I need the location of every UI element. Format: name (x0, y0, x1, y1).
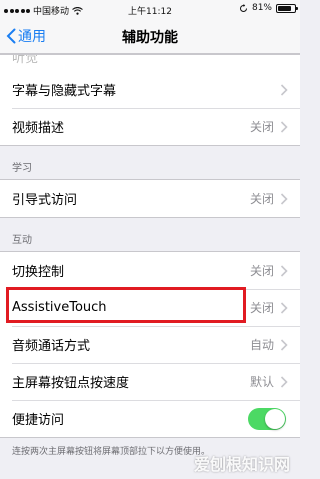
battery-fill (278, 5, 291, 11)
row-label: 音频通话方式 (12, 339, 91, 354)
toggle-knob (265, 408, 285, 429)
row-value: 关闭 (249, 264, 274, 278)
watermark: 爱刨根知识网 (193, 455, 290, 474)
row-label: AssistiveTouch (12, 300, 107, 315)
row-value: 自动 (249, 338, 274, 352)
row-label: 主屏幕按钮点按速度 (12, 376, 130, 391)
nav-bar: 通用 辅助功能 (0, 20, 300, 54)
chevron-right-icon (280, 264, 288, 277)
settings-content: 听觉 字幕与隐藏式字幕 视频描述 关闭 学习 引导式访问 关闭 互动 切换控制 … (0, 54, 300, 457)
status-bar: 中国移动 上午11:12 81% (0, 0, 300, 20)
row-video-description[interactable]: 视频描述 关闭 (0, 108, 300, 145)
faded-label: 听觉 (12, 55, 39, 66)
row-value: 关闭 (249, 301, 274, 315)
row-reachability: 便捷访问 (0, 400, 300, 437)
row-label: 切换控制 (12, 265, 65, 280)
row-call-audio-routing[interactable]: 音频通话方式 自动 (0, 326, 300, 363)
page-title: 辅助功能 (122, 30, 178, 46)
row-label: 便捷访问 (12, 413, 65, 428)
row-value: 默认 (249, 375, 274, 389)
reachability-toggle[interactable] (248, 407, 286, 430)
section-header-learning: 学习 (12, 163, 32, 174)
status-right: 81% (239, 3, 298, 13)
chevron-right-icon (280, 301, 288, 314)
group-interaction: 切换控制 关闭 AssistiveTouch 关闭 音频通话方式 自动 主屏幕按… (0, 251, 300, 438)
group-learning: 引导式访问 关闭 (0, 179, 300, 218)
row-value: 关闭 (249, 192, 274, 206)
row-label: 视频描述 (12, 121, 65, 136)
chevron-right-icon (280, 375, 288, 388)
row-guided-access[interactable]: 引导式访问 关闭 (0, 180, 300, 217)
faded-row: 听觉 (0, 55, 300, 71)
chevron-right-icon (280, 338, 288, 351)
rotation-lock-icon (240, 3, 247, 12)
section-header-interaction: 互动 (12, 235, 32, 246)
group-hearing: 听觉 字幕与隐藏式字幕 视频描述 关闭 (0, 54, 300, 146)
chevron-right-icon (280, 120, 288, 133)
row-switch-control[interactable]: 切换控制 关闭 (0, 252, 300, 289)
battery-icon (276, 3, 298, 13)
row-value: 关闭 (249, 120, 274, 134)
chevron-right-icon (280, 83, 288, 96)
row-subtitles[interactable]: 字幕与隐藏式字幕 (0, 71, 300, 108)
row-label: 引导式访问 (12, 193, 78, 208)
row-label: 字幕与隐藏式字幕 (12, 84, 117, 99)
battery-percent: 81% (251, 3, 272, 13)
row-home-click-speed[interactable]: 主屏幕按钮点按速度 默认 (0, 363, 300, 400)
chevron-right-icon (280, 192, 288, 205)
row-assistive-touch[interactable]: AssistiveTouch 关闭 (0, 289, 300, 326)
